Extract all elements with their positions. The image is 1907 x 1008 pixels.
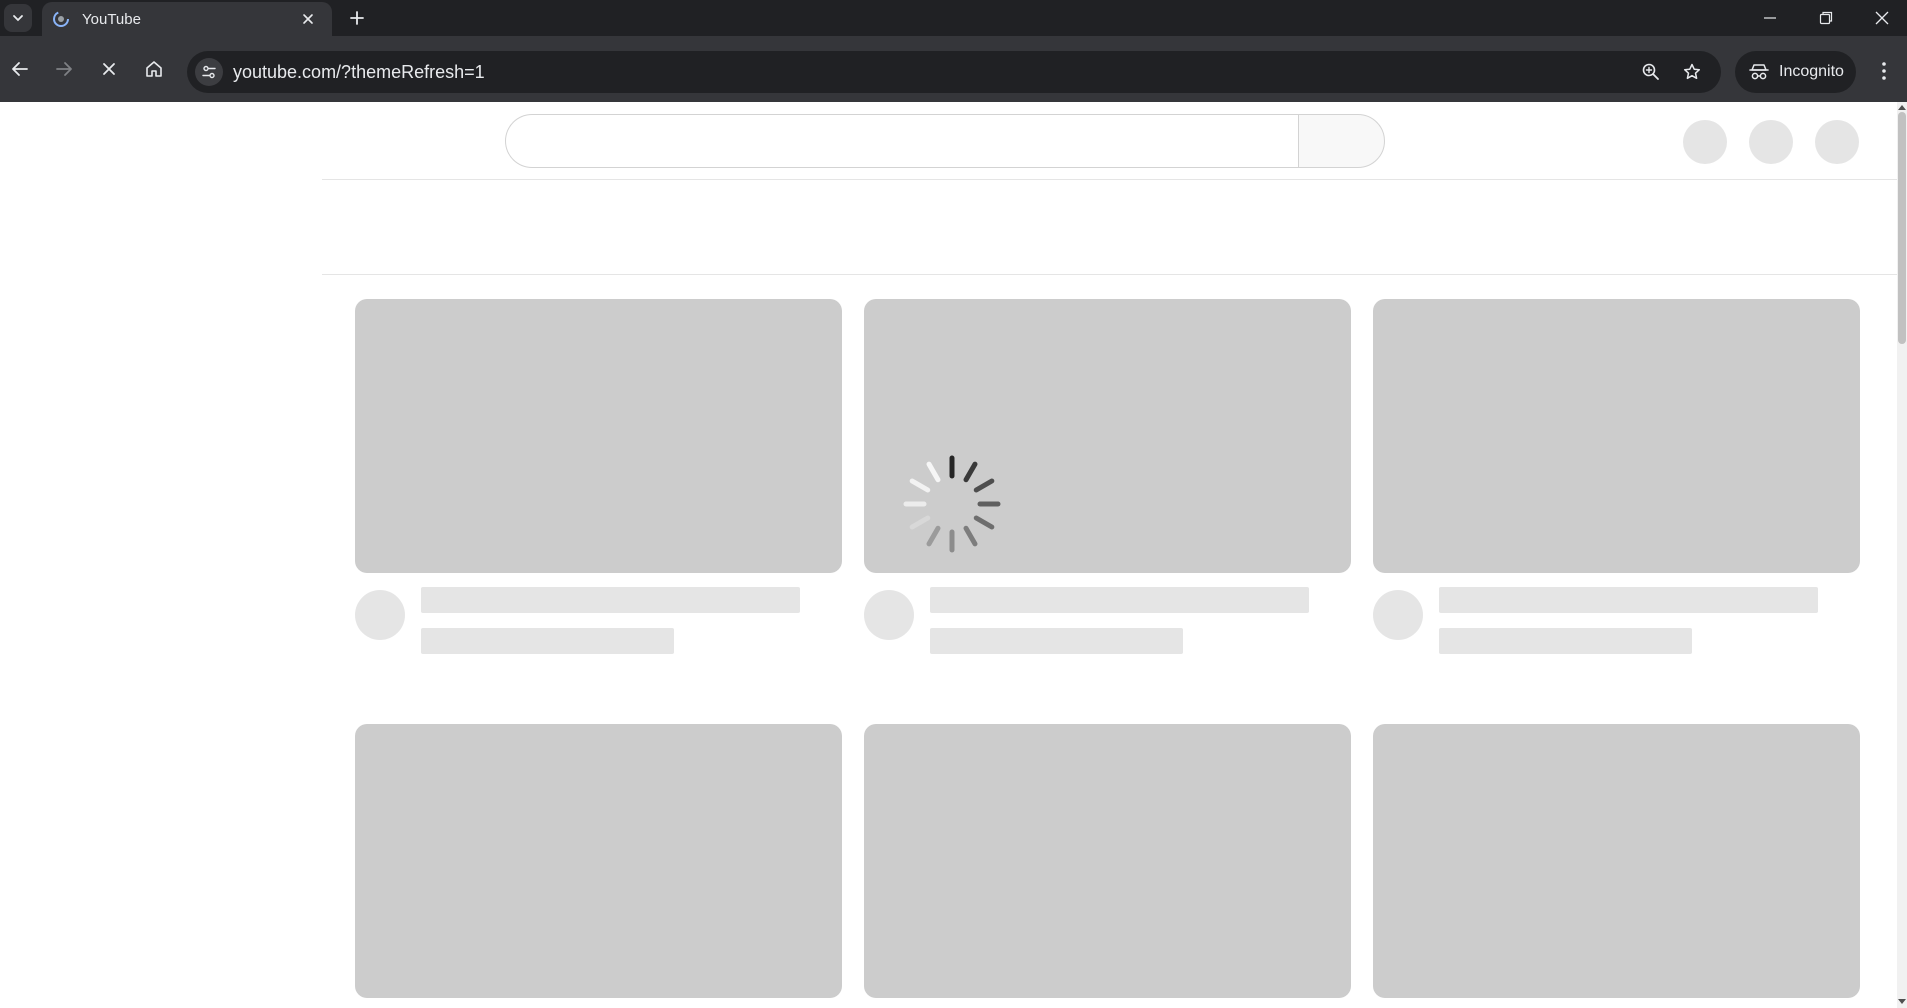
thumbnail-placeholder[interactable] — [355, 724, 842, 998]
forward-button[interactable] — [48, 53, 80, 85]
minimize-button[interactable] — [1742, 0, 1798, 36]
meta-line-placeholder — [421, 628, 674, 654]
title-line-placeholder — [930, 587, 1309, 613]
kebab-menu-icon — [1882, 62, 1886, 80]
title-line-placeholder — [1439, 587, 1818, 613]
address-bar[interactable]: youtube.com/?themeRefresh=1 — [187, 51, 1721, 93]
window-close-button[interactable] — [1854, 0, 1907, 36]
bookmark-star-icon — [1683, 63, 1701, 80]
browser-toolbar: youtube.com/?themeRefresh=1 Incognito — [0, 36, 1907, 102]
url-text[interactable]: youtube.com/?themeRefresh=1 — [233, 62, 485, 83]
tab-strip: YouTube — [0, 0, 1907, 36]
thumbnail-placeholder[interactable] — [864, 724, 1351, 998]
thumbnail-placeholder[interactable] — [1373, 299, 1860, 573]
back-button[interactable] — [4, 53, 36, 85]
channel-avatar-placeholder — [864, 590, 914, 640]
page-scrollbar[interactable] — [1897, 102, 1907, 1008]
tab-close-icon — [303, 14, 313, 24]
channel-avatar-placeholder — [355, 590, 405, 640]
header-divider — [322, 179, 1897, 180]
restore-button[interactable] — [1798, 0, 1854, 36]
search-input-placeholder[interactable] — [505, 114, 1299, 168]
incognito-profile-button[interactable]: Incognito — [1735, 51, 1856, 93]
scroll-down-arrow-icon[interactable] — [1898, 998, 1906, 1006]
forward-arrow-icon — [56, 62, 72, 76]
zoom-button[interactable] — [1639, 60, 1663, 84]
tab-search-button[interactable] — [4, 4, 32, 32]
tab-search-chevron-icon — [13, 15, 23, 22]
browser-menu-button[interactable] — [1868, 55, 1900, 87]
bookmark-button[interactable] — [1680, 60, 1704, 84]
scrollbar-thumb[interactable] — [1898, 112, 1906, 344]
thumbnail-placeholder[interactable] — [1373, 724, 1860, 998]
zoom-icon — [1642, 63, 1659, 80]
loading-spinner-icon — [903, 455, 1001, 553]
scroll-up-arrow-icon[interactable] — [1898, 103, 1906, 111]
incognito-icon — [1749, 64, 1769, 80]
header-avatar-placeholder[interactable] — [1815, 120, 1859, 164]
meta-line-placeholder — [930, 628, 1183, 654]
search-button-placeholder[interactable] — [1298, 114, 1385, 168]
tab-close-button[interactable] — [298, 9, 318, 29]
header-button-placeholder[interactable] — [1683, 120, 1727, 164]
incognito-label: Incognito — [1779, 63, 1844, 80]
chips-divider — [322, 274, 1897, 275]
title-line-placeholder — [421, 587, 800, 613]
channel-avatar-placeholder — [1373, 590, 1423, 640]
home-icon — [146, 61, 162, 77]
new-tab-button[interactable] — [344, 5, 370, 31]
active-tab[interactable]: YouTube — [42, 2, 332, 36]
minimize-icon — [1764, 17, 1776, 19]
site-info-button[interactable] — [195, 58, 223, 86]
tab-title: YouTube — [82, 11, 141, 28]
window-close-icon — [1875, 11, 1889, 25]
meta-line-placeholder — [1439, 628, 1692, 654]
header-button-placeholder[interactable] — [1749, 120, 1793, 164]
new-tab-plus-icon — [350, 11, 364, 25]
restore-icon — [1819, 11, 1833, 25]
stop-loading-button[interactable] — [93, 53, 125, 85]
youtube-loading-favicon-icon — [53, 11, 69, 27]
thumbnail-placeholder[interactable] — [355, 299, 842, 573]
youtube-page-skeleton — [0, 102, 1897, 1008]
stop-loading-icon — [103, 63, 115, 75]
back-arrow-icon — [12, 62, 28, 76]
home-button[interactable] — [138, 53, 170, 85]
site-info-tune-icon — [202, 65, 216, 79]
